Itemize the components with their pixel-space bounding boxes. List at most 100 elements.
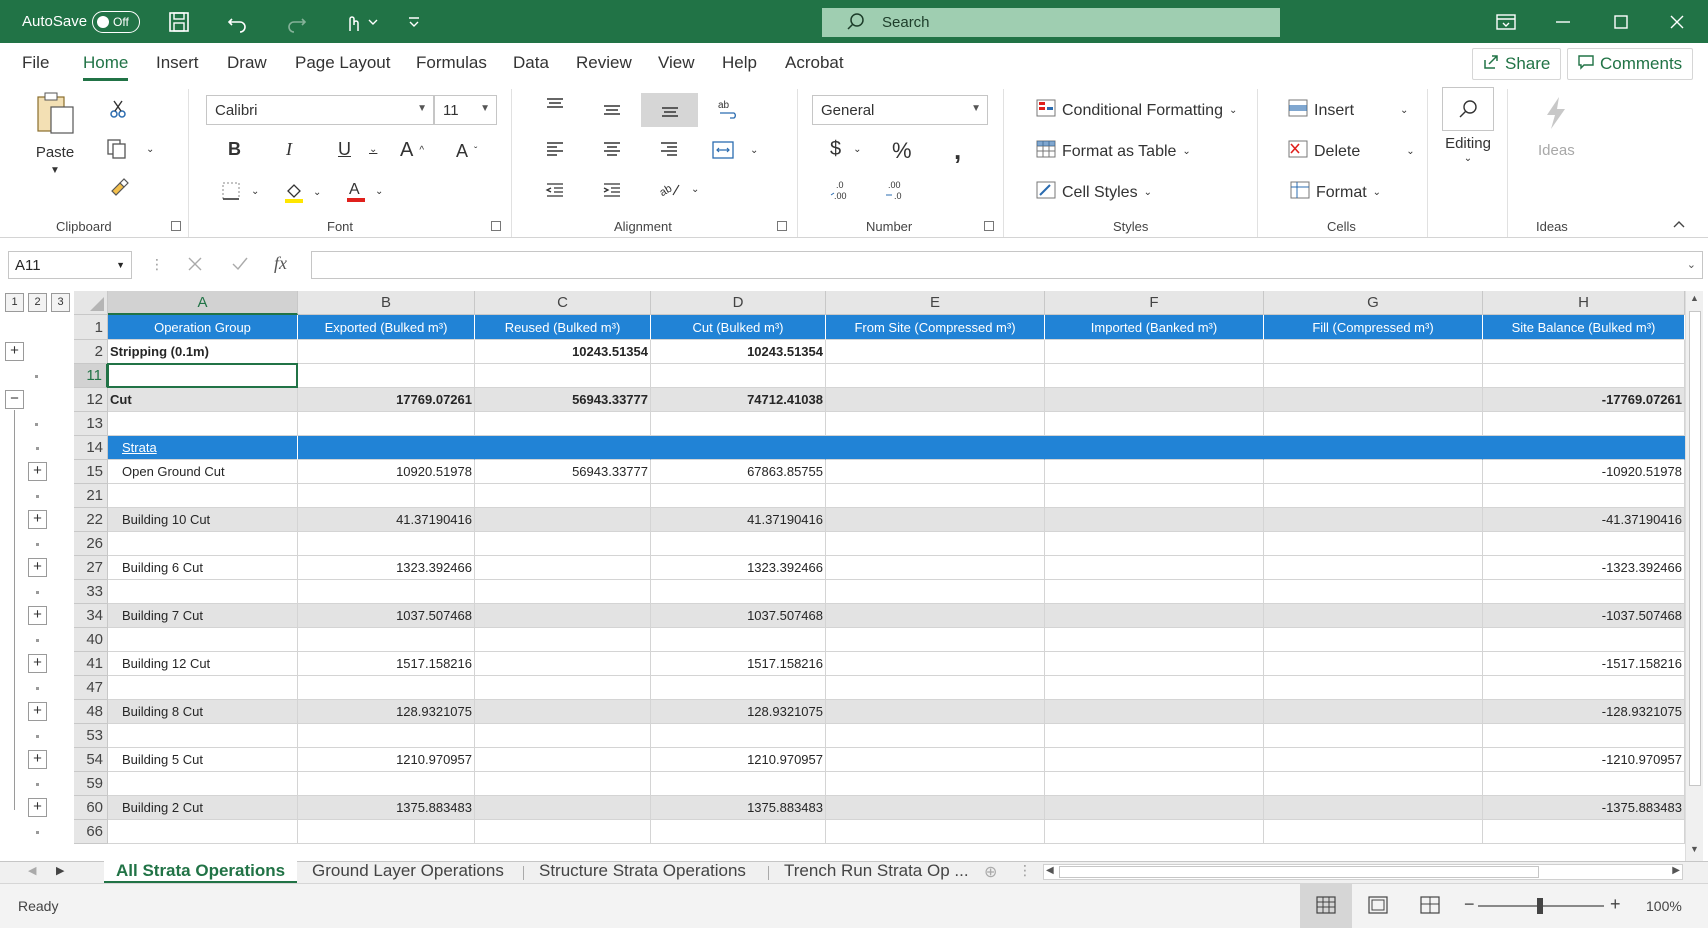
format-as-table-button[interactable]: Format as Table ⌄ [1036,140,1191,163]
minimize-icon[interactable] [1554,0,1572,43]
cell-b40[interactable] [298,628,475,652]
page-break-view-button[interactable] [1404,884,1456,928]
underline-button[interactable]: U ⌄ [338,139,377,160]
column-title-cell[interactable]: Operation Group [108,315,298,340]
cell-h66[interactable] [1483,820,1685,844]
cell-c2[interactable]: 10243.51354 [475,340,651,364]
cell-c15[interactable]: 56943.33777 [475,460,651,484]
cell-e14[interactable] [826,436,1045,460]
row-header[interactable]: 34 [74,604,108,628]
expand-group-button[interactable]: + [28,606,47,625]
cell-c53[interactable] [475,724,651,748]
row-header[interactable]: 27 [74,556,108,580]
cell-g34[interactable] [1264,604,1483,628]
tab-help[interactable]: Help [722,53,757,73]
horizontal-scrollbar-thumb[interactable] [1059,866,1539,878]
cell-b34[interactable]: 1037.507468 [298,604,475,628]
scroll-down-icon[interactable]: ▼ [1690,844,1699,854]
row-header[interactable]: 53 [74,724,108,748]
cell-f11[interactable] [1045,364,1264,388]
cell-h15[interactable]: -10920.51978 [1483,460,1685,484]
row-header[interactable]: 59 [74,772,108,796]
cell-g66[interactable] [1264,820,1483,844]
orientation-icon[interactable]: ab ⌄ [659,179,699,199]
cell-f60[interactable] [1045,796,1264,820]
cell-f47[interactable] [1045,676,1264,700]
row-header[interactable]: 48 [74,700,108,724]
cell-d47[interactable] [651,676,826,700]
cell-e33[interactable] [826,580,1045,604]
cell-b59[interactable] [298,772,475,796]
row-header[interactable]: 11 [74,364,108,388]
cell-c11[interactable] [475,364,651,388]
cell-d34[interactable]: 1037.507468 [651,604,826,628]
vertical-scrollbar-thumb[interactable] [1689,311,1701,786]
tab-split-grip-icon[interactable]: ⋮ [1018,862,1032,879]
cell-d54[interactable]: 1210.970957 [651,748,826,772]
comments-button[interactable]: Comments [1567,48,1694,80]
cell-f15[interactable] [1045,460,1264,484]
cell-a53[interactable] [108,724,298,748]
cell-g33[interactable] [1264,580,1483,604]
cell-c27[interactable] [475,556,651,580]
cell-f27[interactable] [1045,556,1264,580]
touch-mode-icon[interactable] [344,0,378,43]
tab-file[interactable]: File [22,53,49,73]
cell-c54[interactable] [475,748,651,772]
cell-g12[interactable] [1264,388,1483,412]
row-header[interactable]: 22 [74,508,108,532]
cell-g48[interactable] [1264,700,1483,724]
cell-a27[interactable]: Building 6 Cut [108,556,298,580]
cell-g54[interactable] [1264,748,1483,772]
cell-c26[interactable] [475,532,651,556]
cell-f13[interactable] [1045,412,1264,436]
cell-a21[interactable] [108,484,298,508]
cell-b26[interactable] [298,532,475,556]
cell-g41[interactable] [1264,652,1483,676]
cell-styles-button[interactable]: Cell Styles ⌄ [1036,181,1152,204]
cell-e2[interactable] [826,340,1045,364]
column-title-cell[interactable]: Imported (Banked m³) [1045,315,1264,340]
cell-h47[interactable] [1483,676,1685,700]
cell-e66[interactable] [826,820,1045,844]
cell-d22[interactable]: 41.37190416 [651,508,826,532]
cell-f66[interactable] [1045,820,1264,844]
cell-g2[interactable] [1264,340,1483,364]
cell-a60[interactable]: Building 2 Cut [108,796,298,820]
tab-data[interactable]: Data [513,53,549,73]
scroll-left-icon[interactable]: ◀ [1046,865,1054,876]
cut-icon[interactable] [108,99,128,119]
cell-f22[interactable] [1045,508,1264,532]
share-button[interactable]: Share [1472,48,1562,80]
autosave-toggle[interactable]: Off [92,0,140,43]
prev-sheet-icon[interactable]: ◀ [28,864,36,877]
bold-button[interactable]: B [228,139,241,160]
cell-g14[interactable] [1264,436,1483,460]
cell-g27[interactable] [1264,556,1483,580]
format-cells-button[interactable]: Format ⌄ [1290,181,1381,204]
cell-d21[interactable] [651,484,826,508]
cell-b14[interactable] [298,436,475,460]
row-header[interactable]: 21 [74,484,108,508]
editing-button[interactable]: Editing ⌄ [1442,87,1494,164]
cell-g47[interactable] [1264,676,1483,700]
collapse-group-button[interactable]: − [5,390,24,409]
align-center-icon[interactable] [602,140,622,158]
cell-f53[interactable] [1045,724,1264,748]
tab-insert[interactable]: Insert [156,53,199,73]
column-header-c[interactable]: C [475,291,651,315]
expand-formula-chevron-down-icon[interactable]: ⌄ [1687,258,1696,271]
cell-a41[interactable]: Building 12 Cut [108,652,298,676]
cell-h33[interactable] [1483,580,1685,604]
cell-e13[interactable] [826,412,1045,436]
row-header[interactable]: 26 [74,532,108,556]
cell-a13[interactable] [108,412,298,436]
maximize-icon[interactable] [1612,0,1630,43]
cell-d11[interactable] [651,364,826,388]
number-dialog-launcher-icon[interactable] [984,221,994,231]
column-title-cell[interactable]: Reused (Bulked m³) [475,315,651,340]
delete-cells-button[interactable]: Delete ⌄ [1288,140,1415,163]
cell-c34[interactable] [475,604,651,628]
cell-g53[interactable] [1264,724,1483,748]
next-sheet-icon[interactable]: ▶ [56,864,64,877]
